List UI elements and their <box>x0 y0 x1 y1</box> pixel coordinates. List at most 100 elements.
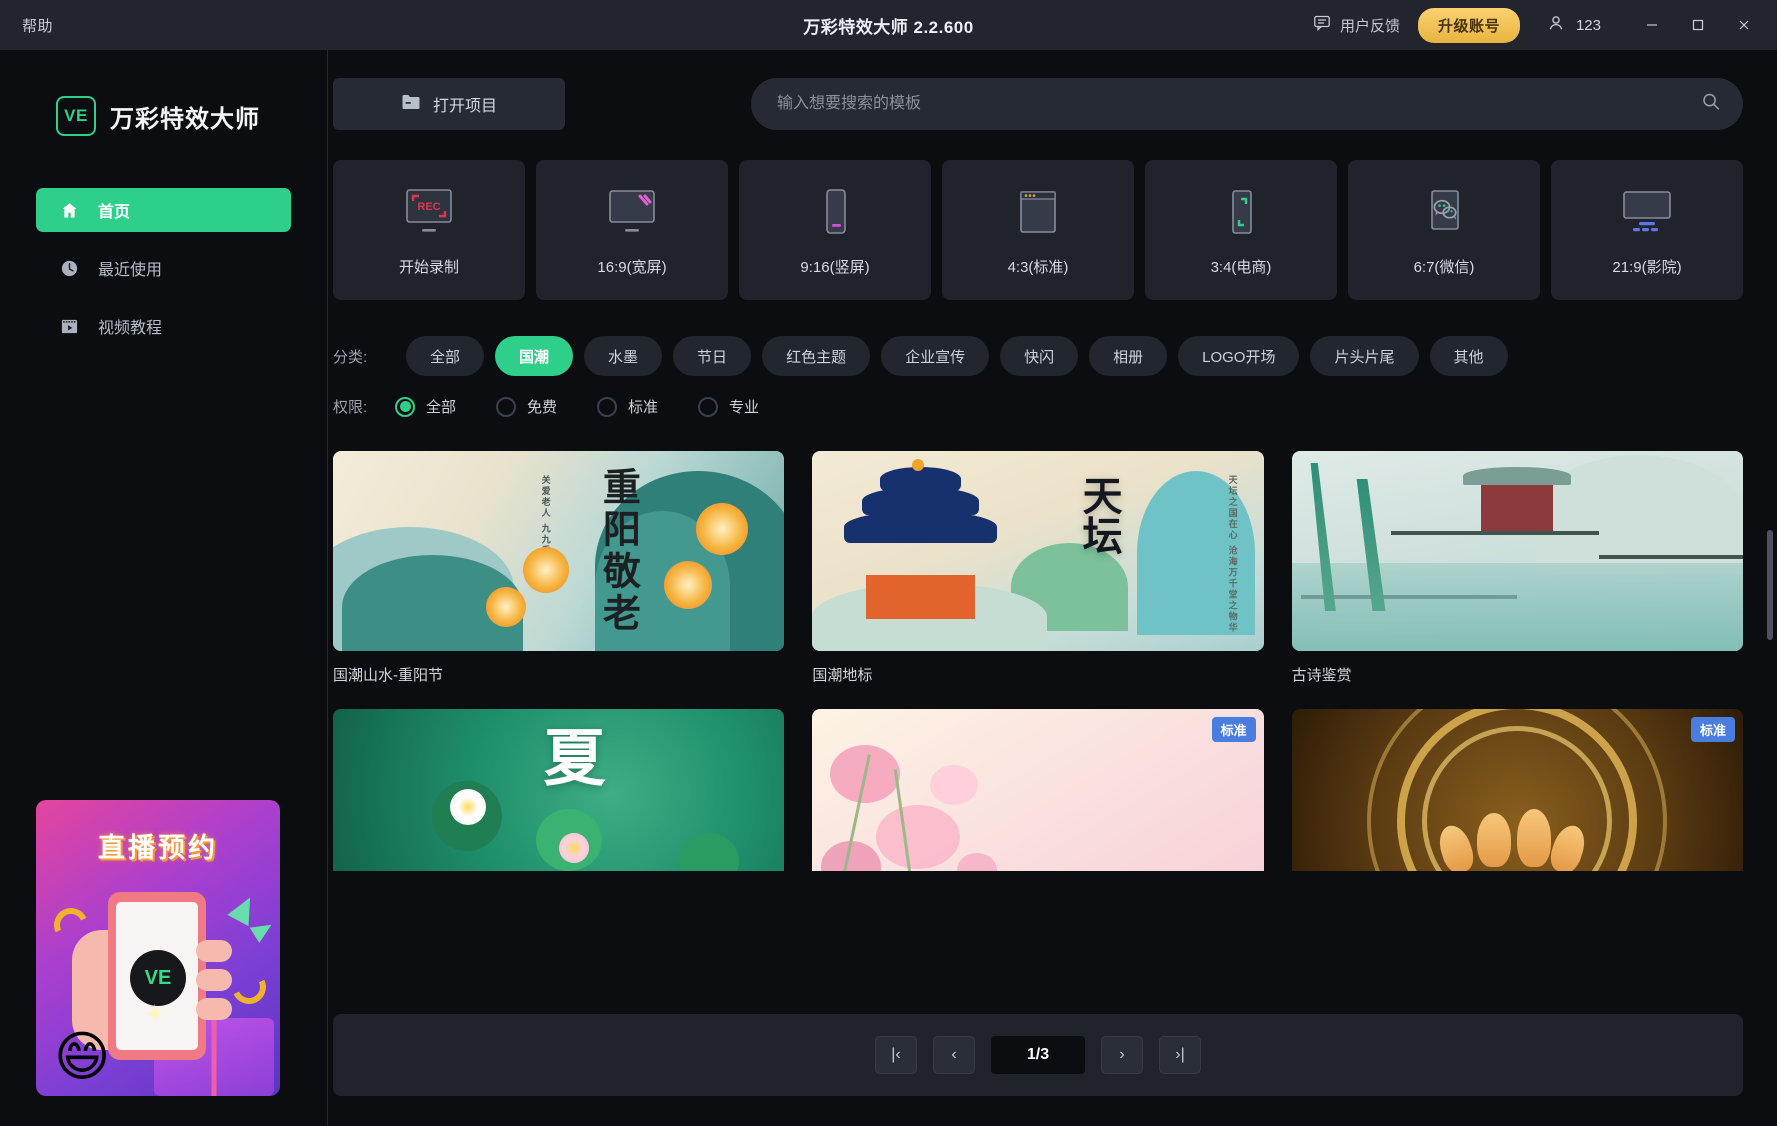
preset-6-7-label: 6:7(微信) <box>1413 258 1475 276</box>
template-thumbnail <box>1291 451 1743 651</box>
template-grid-scroll-area[interactable]: 重阳敬老 关爱老人 九九重阳节 国潮山水-重阳节 天坛 天坛之国在心 沧海万千堂… <box>333 451 1743 871</box>
pagination-prev-button[interactable]: ‹ <box>933 1036 975 1074</box>
template-card[interactable]: 重阳敬老 关爱老人 九九重阳节 国潮山水-重阳节 <box>333 451 785 685</box>
category-chip-qiye[interactable]: 企业宣传 <box>881 336 990 376</box>
preset-9-16[interactable]: 9:16(竖屏) <box>739 160 931 300</box>
category-chip-qita[interactable]: 其他 <box>1429 336 1508 376</box>
permission-radio-standard[interactable]: 标准 <box>597 396 658 417</box>
template-card[interactable]: 古诗鉴赏 <box>1291 451 1743 685</box>
wechat-icon <box>1414 184 1474 242</box>
template-card[interactable]: 标准 <box>1291 709 1743 871</box>
open-project-label: 打开项目 <box>432 98 497 115</box>
template-card-title: 国潮地标 <box>812 667 873 684</box>
brand-name: 万彩特效大师 <box>110 105 260 133</box>
permission-radio-standard-label: 标准 <box>628 399 659 416</box>
category-chip-shuimo[interactable]: 水墨 <box>584 336 663 376</box>
app-window: 帮助 万彩特效大师 2.2.600 用户反馈 升级账号 123 VE 万彩特效大… <box>0 0 1777 1126</box>
template-badge: 标准 <box>1211 717 1256 742</box>
sidebar-item-home[interactable]: 首页 <box>36 188 291 232</box>
open-project-button[interactable]: 打开项目 <box>333 78 565 130</box>
folder-icon <box>401 93 421 116</box>
category-chip-kuaishan[interactable]: 快闪 <box>1000 336 1079 376</box>
permission-radio-all[interactable]: 全部 <box>395 396 456 417</box>
permission-radio-free[interactable]: 免费 <box>496 396 557 417</box>
permission-radio-pro[interactable]: 专业 <box>698 396 759 417</box>
promo-title: 直播预约 <box>98 833 218 863</box>
fingers-graphic <box>196 940 232 1027</box>
sidebar-item-recent-label: 最近使用 <box>98 262 163 279</box>
category-chip-all[interactable]: 全部 <box>406 336 485 376</box>
record-screen-icon: REC <box>399 184 459 242</box>
preset-6-7[interactable]: 6:7(微信) <box>1348 160 1540 300</box>
template-card[interactable]: 标准 <box>812 709 1264 871</box>
permission-filter-row: 权限: 全部 免费 标准 专业 <box>333 396 1777 417</box>
preset-21-9-label: 21:9(影院) <box>1612 258 1682 276</box>
brand-mark: VE <box>56 96 96 136</box>
preset-3-4-label: 3:4(电商) <box>1210 258 1272 276</box>
template-thumbnail: 夏 <box>333 709 785 871</box>
brand-logo: VE 万彩特效大师 <box>56 96 327 136</box>
smiley-emoji: 😄 <box>54 1027 111 1087</box>
permission-radio-free-label: 免费 <box>527 399 558 416</box>
thumb-art-title: 天坛 <box>1076 475 1121 555</box>
sidebar-item-recent[interactable]: 最近使用 <box>36 246 291 290</box>
sparkle-star-icon: ✦ <box>144 999 166 1029</box>
radio-dot-free <box>496 396 517 417</box>
radio-dot-pro <box>698 396 719 417</box>
category-filter-label: 分类: <box>333 348 368 366</box>
thumb-art-subtitle: 天坛之国在心 沧海万千堂之物华 <box>1227 475 1238 634</box>
search-input[interactable] <box>751 78 1743 130</box>
video-icon <box>58 315 80 337</box>
pagination-current-page: 1/3 <box>991 1036 1085 1074</box>
preset-4-3-label: 4:3(标准) <box>1007 258 1069 276</box>
template-scrollbar-thumb[interactable] <box>1767 530 1773 640</box>
cinema-icon <box>1617 184 1677 242</box>
template-thumbnail: 天坛 天坛之国在心 沧海万千堂之物华 <box>812 451 1264 651</box>
search-box <box>751 78 1743 130</box>
thumb-art-title: 夏 <box>533 725 603 787</box>
permission-filter-label: 权限: <box>333 399 368 416</box>
preset-21-9[interactable]: 21:9(影院) <box>1551 160 1743 300</box>
home-icon <box>58 199 80 221</box>
main-toolbar: 打开项目 <box>333 50 1777 130</box>
ribbon-icon-right <box>227 965 271 1009</box>
pagination-first-button[interactable]: |‹ <box>875 1036 917 1074</box>
sparkle-icon-a <box>227 891 261 927</box>
sparkle-icon-b <box>249 917 277 943</box>
sidebar-item-home-label: 首页 <box>98 204 131 221</box>
monitor-icon <box>602 184 662 242</box>
pagination-next-button[interactable]: › <box>1101 1036 1143 1074</box>
category-chip-xiangce[interactable]: 相册 <box>1089 336 1168 376</box>
template-card-title: 古诗鉴赏 <box>1291 667 1352 684</box>
preset-16-9-label: 16:9(宽屏) <box>597 258 667 276</box>
permission-radio-pro-label: 专业 <box>729 399 760 416</box>
preset-16-9[interactable]: 16:9(宽屏) <box>536 160 728 300</box>
sidebar: VE 万彩特效大师 首页 最近使用 视频教程 直播预约 VE ✦ 😄 <box>0 50 328 1126</box>
category-chip-hongse[interactable]: 红色主题 <box>762 336 871 376</box>
radio-dot-standard <box>597 396 618 417</box>
category-chip-jieri[interactable]: 节日 <box>673 336 752 376</box>
sidebar-item-tutorials[interactable]: 视频教程 <box>36 304 291 348</box>
app-title: 万彩特效大师 2.2.600 <box>803 17 974 37</box>
pagination-bar: |‹ ‹ 1/3 › ›| <box>333 1014 1743 1096</box>
category-chip-guochao[interactable]: 国潮 <box>495 336 574 376</box>
pagination-last-button[interactable]: ›| <box>1159 1036 1201 1074</box>
preset-start-recording[interactable]: REC 开始录制 <box>333 160 525 300</box>
template-thumbnail: 重阳敬老 关爱老人 九九重阳节 <box>333 451 785 651</box>
tablet-crop-icon <box>1211 184 1271 242</box>
phone-portrait-icon <box>805 184 865 242</box>
radio-dot-all <box>395 396 415 417</box>
category-chip-logo[interactable]: LOGO开场 <box>1178 336 1300 376</box>
promo-banner[interactable]: 直播预约 VE ✦ 😄 <box>36 800 280 1096</box>
preset-4-3[interactable]: 4:3(标准) <box>942 160 1134 300</box>
category-chip-piantou[interactable]: 片头片尾 <box>1310 336 1419 376</box>
aspect-preset-row: REC 开始录制 16:9(宽屏) 9:16(竖屏) 4:3(标准) 3:4(电… <box>333 160 1743 300</box>
sidebar-nav: 首页 最近使用 视频教程 <box>0 188 327 348</box>
template-card[interactable]: 夏 <box>333 709 785 871</box>
svg-text:REC: REC <box>417 201 440 213</box>
main-content: 打开项目 REC <box>329 50 1777 1126</box>
template-card[interactable]: 天坛 天坛之国在心 沧海万千堂之物华 国潮地标 <box>812 451 1264 685</box>
preset-3-4[interactable]: 3:4(电商) <box>1145 160 1337 300</box>
template-badge: 标准 <box>1690 717 1735 742</box>
template-scrollbar-track[interactable] <box>1767 530 1773 890</box>
